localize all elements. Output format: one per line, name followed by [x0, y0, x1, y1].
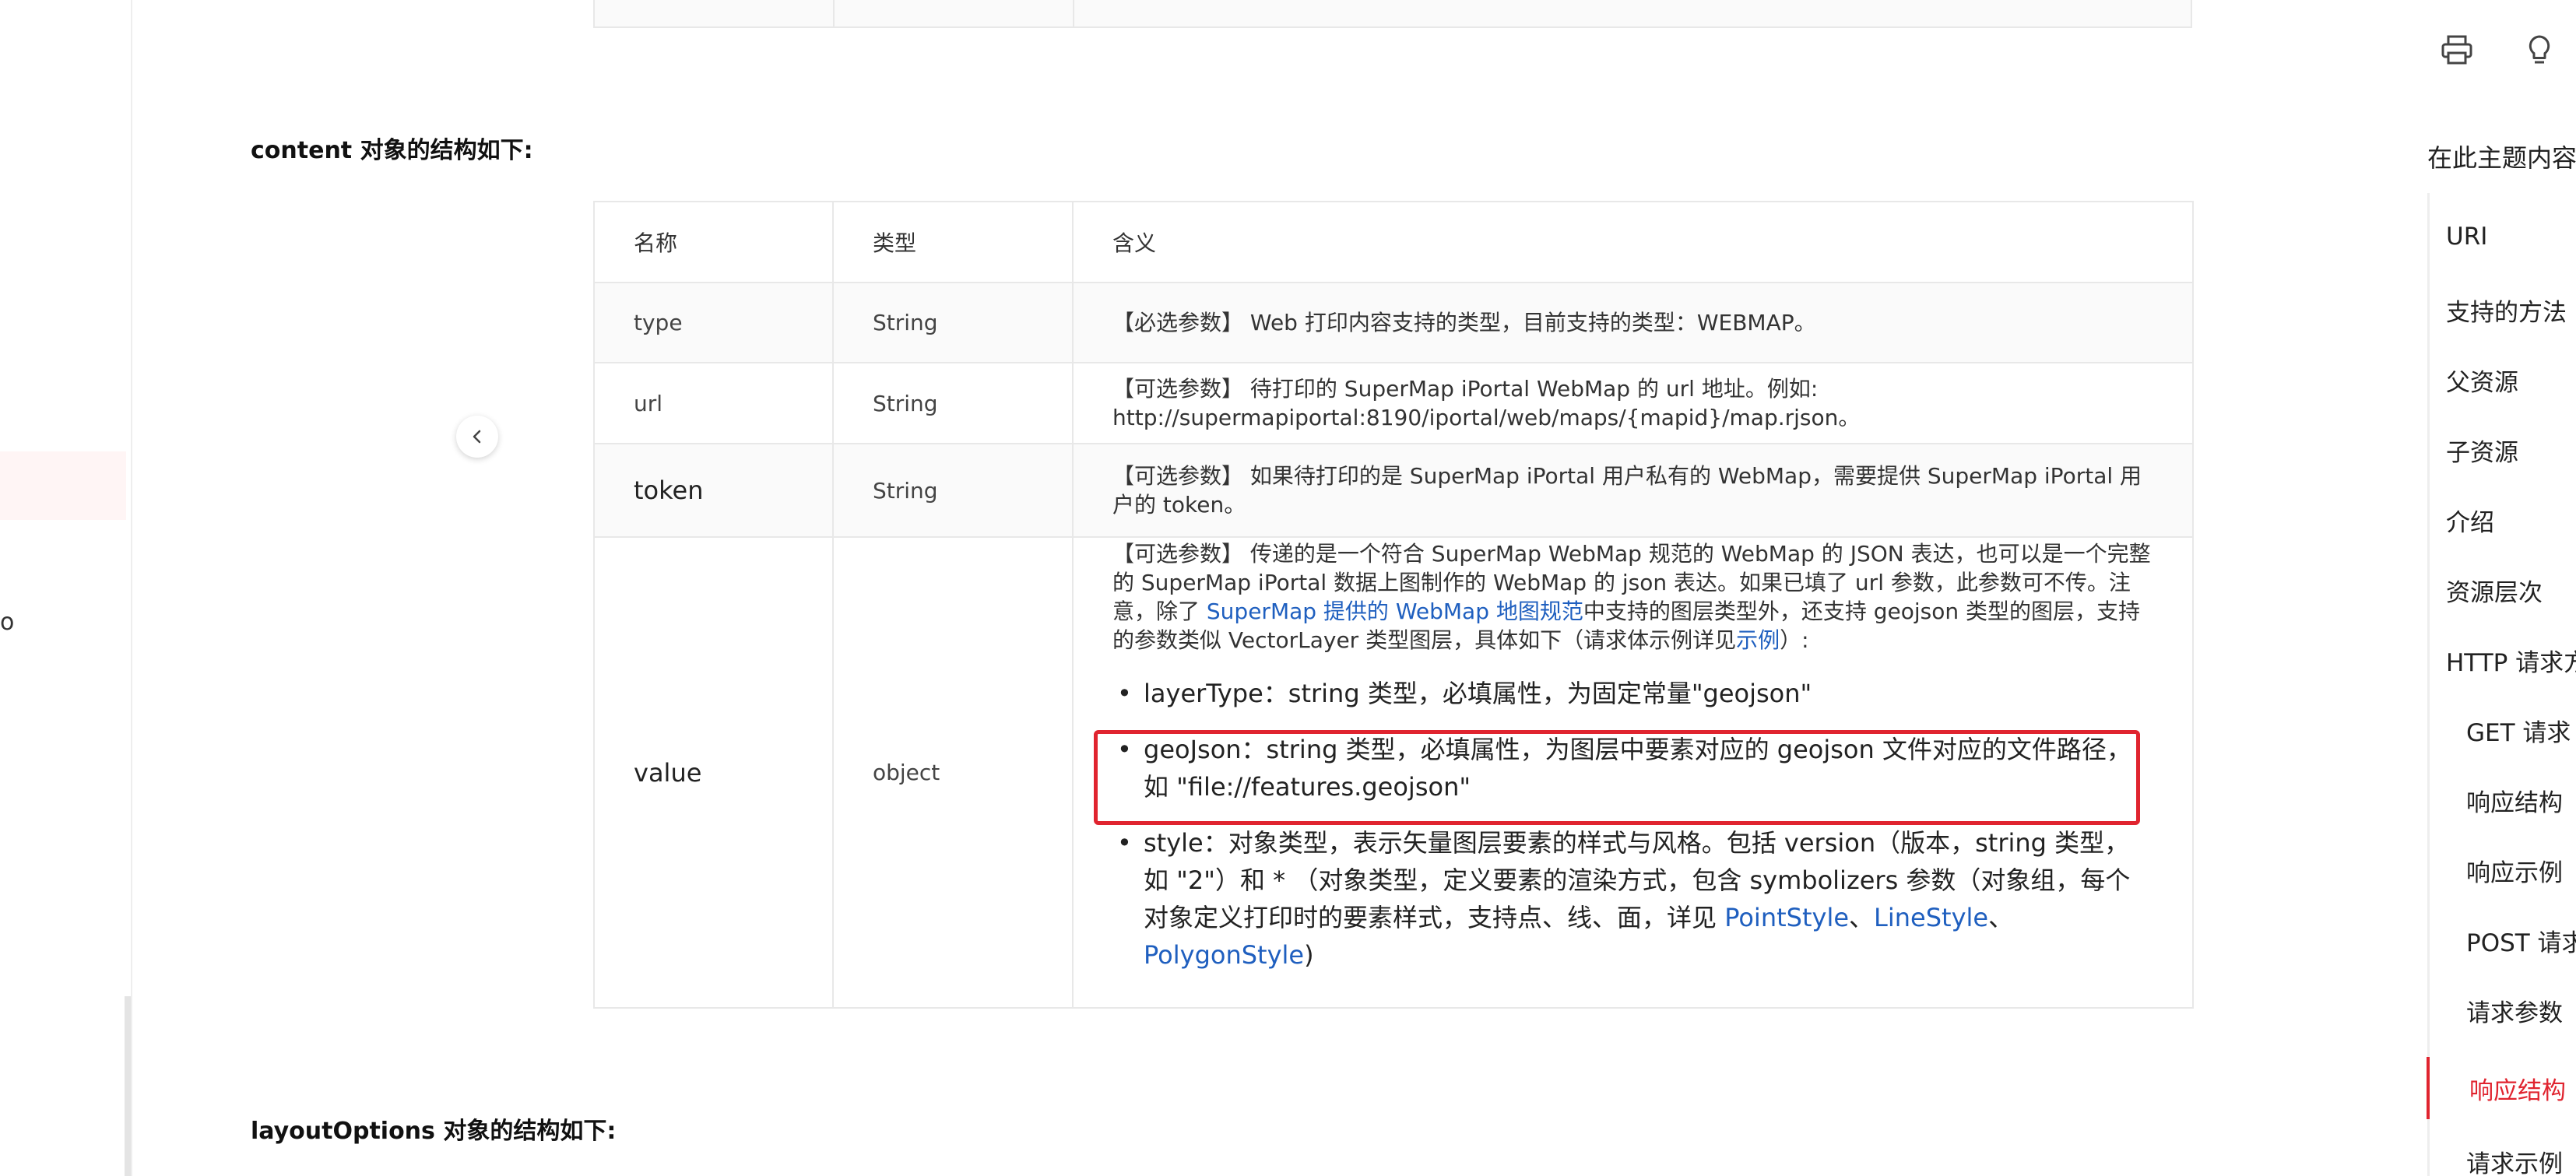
toc-item[interactable]: 请求示例: [2466, 1144, 2563, 1176]
polygonstyle-link[interactable]: PolygonStyle: [1144, 940, 1304, 970]
header-meaning: 含义: [1072, 201, 2194, 283]
toc-title: 在此主题内容: [2427, 143, 2576, 173]
toc-item[interactable]: 资源层次: [2446, 573, 2543, 608]
meaning-line: 【可选参数】 待打印的 SuperMap iPortal WebMap 的 ur…: [1112, 376, 1819, 402]
header-type: 类型: [832, 201, 1074, 283]
toc-item[interactable]: 响应结构: [2469, 1071, 2566, 1106]
table-header-row: 名称 类型 含义: [593, 201, 2194, 283]
cell-meaning: 【必选参数】 Web 打印内容支持的类型，目前支持的类型：WEBMAP。: [1072, 282, 2194, 363]
linestyle-link[interactable]: LineStyle: [1874, 903, 1988, 932]
table-row: token String 【可选参数】 如果待打印的是 SuperMap iPo…: [593, 443, 2194, 538]
header-name: 名称: [593, 201, 834, 283]
layout-options-section-title: layoutOptions 对象的结构如下:: [251, 1118, 617, 1145]
cell-meaning: 【可选参数】 传递的是一个符合 SuperMap WebMap 规范的 WebM…: [1072, 536, 2194, 1009]
content-section-title: content 对象的结构如下:: [251, 137, 533, 164]
value-description: 【可选参数】 传递的是一个符合 SuperMap WebMap 规范的 WebM…: [1112, 539, 2153, 655]
toc-item[interactable]: POST 请求: [2466, 923, 2576, 958]
toc-item[interactable]: 父资源: [2446, 363, 2518, 398]
cell-name: value: [593, 536, 834, 1009]
webmap-spec-link[interactable]: SuperMap 提供的 WebMap 地图规范: [1207, 599, 1583, 624]
closing-paren: ): [1304, 940, 1314, 970]
toc-item[interactable]: 响应结构: [2466, 783, 2563, 818]
desc-text: ）:: [1780, 627, 1809, 653]
toc-item[interactable]: 支持的方法: [2446, 293, 2567, 328]
cell-type: String: [832, 282, 1074, 363]
print-icon[interactable]: [2438, 31, 2476, 68]
cell-name: url: [593, 362, 834, 444]
toc-track: [2427, 193, 2430, 1176]
previous-table-remnant: [593, 0, 2192, 28]
toc-item[interactable]: 介绍: [2446, 503, 2494, 538]
cell-type: object: [832, 536, 1074, 1009]
toc-item[interactable]: 响应示例: [2466, 853, 2563, 888]
left-nav: o: [0, 0, 132, 1176]
toc-item[interactable]: 请求参数: [2466, 993, 2563, 1028]
cell-type: String: [832, 443, 1074, 538]
separator: 、: [1988, 903, 2014, 932]
list-item-layertype: layerType：string 类型，必填属性，为固定常量"geojson": [1112, 675, 2153, 712]
toc-active-indicator: [2427, 1057, 2430, 1119]
chevron-left-icon: [473, 430, 481, 444]
toc-item[interactable]: URI: [2446, 223, 2487, 251]
table-row: url String 【可选参数】 待打印的 SuperMap iPortal …: [593, 362, 2194, 444]
cell-meaning: 【可选参数】 待打印的 SuperMap iPortal WebMap 的 ur…: [1072, 362, 2194, 444]
content-structure-table: 名称 类型 含义 type String 【必选参数】 Web 打印内容支持的类…: [593, 201, 2194, 1009]
toc-item[interactable]: 子资源: [2446, 433, 2518, 468]
right-toc-panel: 在此主题内容 URI 支持的方法父资源子资源介绍资源层次 HTTP 请求方 GET 请…: [2413, 0, 2576, 1176]
toc-item[interactable]: HTTP 请求方: [2446, 643, 2576, 678]
cell-type: String: [832, 362, 1074, 444]
list-item-style: style：对象类型，表示矢量图层要素的样式与风格。包括 version（版本，…: [1112, 824, 2153, 974]
cell-meaning: 【可选参数】 如果待打印的是 SuperMap iPortal 用户私有的 We…: [1072, 443, 2194, 538]
geojson-params-list: layerType：string 类型，必填属性，为固定常量"geojson" …: [1112, 675, 2153, 974]
pointstyle-link[interactable]: PointStyle: [1724, 903, 1849, 932]
example-link[interactable]: 示例: [1736, 627, 1780, 653]
left-nav-active-item[interactable]: [0, 451, 126, 520]
lightbulb-icon[interactable]: [2521, 31, 2558, 68]
table-row: value object 【可选参数】 传递的是一个符合 SuperMap We…: [593, 536, 2194, 1009]
separator: 、: [1849, 903, 1875, 932]
list-item-geojson: geoJson：string 类型，必填属性，为图层中要素对应的 geojson…: [1112, 731, 2153, 806]
left-nav-scrollbar[interactable]: [125, 996, 131, 1176]
table-row: type String 【必选参数】 Web 打印内容支持的类型，目前支持的类型…: [593, 282, 2194, 363]
left-nav-fragment[interactable]: o: [0, 609, 14, 636]
meaning-line: http://supermapiportal:8190/iportal/web/…: [1112, 405, 1861, 430]
toc-item[interactable]: GET 请求: [2466, 713, 2571, 748]
cell-name: token: [593, 443, 834, 538]
collapse-sidebar-button[interactable]: [456, 416, 498, 458]
cell-name: type: [593, 282, 834, 363]
